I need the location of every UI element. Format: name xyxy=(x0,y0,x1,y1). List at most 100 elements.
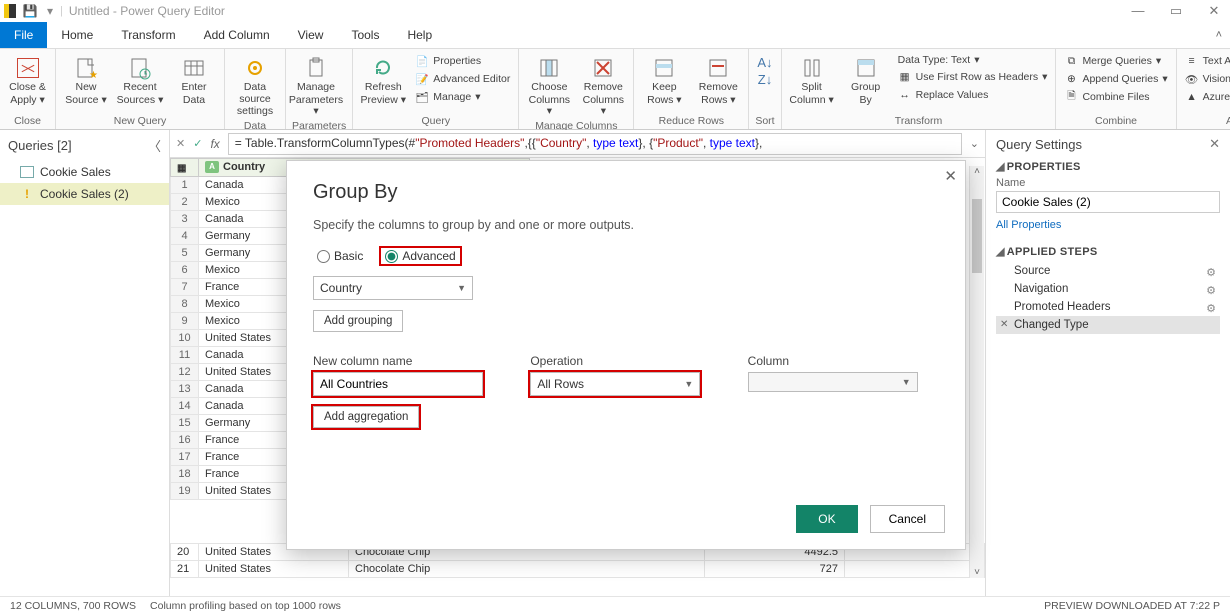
close-settings-icon[interactable]: ✕ xyxy=(1209,136,1220,152)
query-item[interactable]: ! Cookie Sales (2) xyxy=(0,183,169,205)
new-column-name-input[interactable] xyxy=(313,372,483,396)
remove-rows-button[interactable]: RemoveRows ▾ xyxy=(694,51,742,106)
advanced-editor-button[interactable]: 📝Advanced Editor xyxy=(413,71,512,87)
add-grouping-button[interactable]: Add grouping xyxy=(313,310,403,332)
merge-queries-button[interactable]: ⧉Merge Queries ▾ xyxy=(1062,53,1169,69)
vertical-scrollbar[interactable]: ˄ ˅ xyxy=(969,166,984,578)
qat-dropdown-icon[interactable]: ▾ xyxy=(40,4,60,18)
refresh-preview-button[interactable]: RefreshPreview ▾ xyxy=(359,51,407,106)
scroll-up-icon[interactable]: ˄ xyxy=(970,166,984,177)
all-properties-link[interactable]: All Properties xyxy=(996,219,1061,231)
manage-query-button[interactable]: 🗂Manage ▾ xyxy=(413,89,512,105)
collapse-queries-icon[interactable]: 〈 xyxy=(148,136,161,155)
operation-select[interactable]: All Rows▼ xyxy=(530,372,700,396)
vision-icon: 👁 xyxy=(1185,72,1199,86)
manage-parameters-button[interactable]: ManageParameters ▾ xyxy=(292,51,340,118)
corner-cell[interactable]: ▦ xyxy=(171,159,199,177)
step-settings-icon[interactable]: ⚙ xyxy=(1206,284,1216,297)
combine-files-icon: 🗎 xyxy=(1064,90,1078,104)
minimize-button[interactable]: — xyxy=(1126,3,1150,19)
cancel-button[interactable]: Cancel xyxy=(870,505,945,533)
close-window-button[interactable]: ✕ xyxy=(1202,3,1226,19)
advanced-editor-icon: 📝 xyxy=(415,72,429,86)
split-column-button[interactable]: SplitColumn ▾ xyxy=(788,51,836,106)
append-queries-button[interactable]: ⊕Append Queries ▾ xyxy=(1062,71,1169,87)
column-select[interactable]: ▼ xyxy=(748,372,918,392)
enter-data-icon xyxy=(179,55,209,81)
applied-step[interactable]: Promoted Headers⚙ xyxy=(996,298,1220,316)
properties-section-title: PROPERTIES xyxy=(1007,161,1081,173)
remove-columns-button[interactable]: RemoveColumns ▾ xyxy=(579,51,627,118)
menu-bar: File Home Transform Add Column View Tool… xyxy=(0,22,1230,48)
close-apply-icon xyxy=(17,58,39,78)
group-label-sort: Sort xyxy=(755,113,774,129)
sort-asc-icon[interactable]: A↓ xyxy=(757,55,772,70)
scroll-down-icon[interactable]: ˅ xyxy=(970,567,984,578)
close-apply-button[interactable]: Close & Apply ▾ xyxy=(6,51,49,106)
tab-help[interactable]: Help xyxy=(393,22,446,48)
refresh-icon xyxy=(368,55,398,81)
formula-input[interactable]: = Table.TransformColumnTypes(#"Promoted … xyxy=(228,133,962,155)
add-aggregation-button[interactable]: Add aggregation xyxy=(313,406,419,428)
step-settings-icon[interactable]: ⚙ xyxy=(1206,266,1216,279)
ok-button[interactable]: OK xyxy=(796,505,857,533)
enter-data-button[interactable]: EnterData xyxy=(170,51,218,106)
file-tab[interactable]: File xyxy=(0,22,47,48)
remove-rows-icon xyxy=(703,55,733,81)
text-analytics-button[interactable]: ≡Text Analytics xyxy=(1183,53,1230,69)
query-item[interactable]: Cookie Sales xyxy=(0,161,169,183)
tab-add-column[interactable]: Add Column xyxy=(190,22,284,48)
new-source-button[interactable]: ★ NewSource ▾ xyxy=(62,51,110,106)
dialog-title: Group By xyxy=(313,181,939,204)
dialog-description: Specify the columns to group by and one … xyxy=(313,218,939,232)
combine-files-button[interactable]: 🗎Combine Files xyxy=(1062,89,1169,105)
group-column-select[interactable]: Country▼ xyxy=(313,276,473,300)
maximize-button[interactable]: ▭ xyxy=(1164,3,1188,19)
tab-tools[interactable]: Tools xyxy=(337,22,393,48)
new-source-icon: ★ xyxy=(71,55,101,81)
ribbon-collapse-icon[interactable]: ˄ xyxy=(1208,22,1230,48)
properties-button[interactable]: 📄Properties xyxy=(413,53,512,69)
scroll-thumb[interactable] xyxy=(972,199,982,273)
tab-home[interactable]: Home xyxy=(47,22,107,48)
first-row-headers-button[interactable]: ▦Use First Row as Headers ▾ xyxy=(896,69,1050,85)
queries-header: Queries [2] xyxy=(8,138,72,153)
group-label-query: Query xyxy=(359,113,512,129)
basic-radio[interactable]: Basic xyxy=(313,248,367,264)
tab-transform[interactable]: Transform xyxy=(107,22,189,48)
operation-label: Operation xyxy=(530,354,721,368)
group-by-button[interactable]: GroupBy xyxy=(842,51,890,106)
azure-ml-button[interactable]: ▲Azure Machine Learning xyxy=(1183,89,1230,105)
table-row[interactable]: 21 United States Chocolate Chip 727 5 xyxy=(171,561,985,578)
applied-step[interactable]: Navigation⚙ xyxy=(996,280,1220,298)
keep-rows-icon xyxy=(649,55,679,81)
save-icon[interactable]: 💾 xyxy=(20,4,40,18)
tab-view[interactable]: View xyxy=(284,22,338,48)
queries-pane: Queries [2] 〈 Cookie Sales ! Cookie Sale… xyxy=(0,130,170,596)
step-settings-icon[interactable]: ⚙ xyxy=(1206,302,1216,315)
data-type-button[interactable]: Data Type: Text ▾ xyxy=(896,53,1050,67)
advanced-radio[interactable]: Advanced xyxy=(381,248,459,264)
sort-desc-icon[interactable]: Z↓ xyxy=(758,72,772,87)
new-column-label: New column name xyxy=(313,354,504,368)
query-name-input[interactable] xyxy=(996,191,1220,213)
applied-step[interactable]: Changed Type xyxy=(996,316,1220,334)
table-icon xyxy=(20,166,34,178)
cancel-formula-icon[interactable]: ✕ xyxy=(176,137,185,150)
dialog-close-icon[interactable]: ✕ xyxy=(944,167,957,185)
applied-step[interactable]: Source⚙ xyxy=(996,262,1220,280)
remove-columns-icon xyxy=(588,55,618,81)
choose-columns-button[interactable]: ChooseColumns ▾ xyxy=(525,51,573,118)
fx-icon[interactable]: fx xyxy=(210,137,219,151)
app-logo-icon xyxy=(4,4,16,18)
recent-sources-button[interactable]: RecentSources ▾ xyxy=(116,51,164,106)
status-profiling: Column profiling based on top 1000 rows xyxy=(150,600,341,612)
formula-expand-icon[interactable]: ⌄ xyxy=(970,137,979,150)
accept-formula-icon[interactable]: ✓ xyxy=(193,137,202,150)
data-source-settings-button[interactable]: Data sourcesettings xyxy=(231,51,279,118)
query-settings-pane: Query Settings ✕ ◢PROPERTIES Name All Pr… xyxy=(985,130,1230,596)
keep-rows-button[interactable]: KeepRows ▾ xyxy=(640,51,688,106)
replace-values-button[interactable]: ↔Replace Values xyxy=(896,87,1050,103)
query-label: Cookie Sales (2) xyxy=(40,187,129,201)
vision-button[interactable]: 👁Vision xyxy=(1183,71,1230,87)
